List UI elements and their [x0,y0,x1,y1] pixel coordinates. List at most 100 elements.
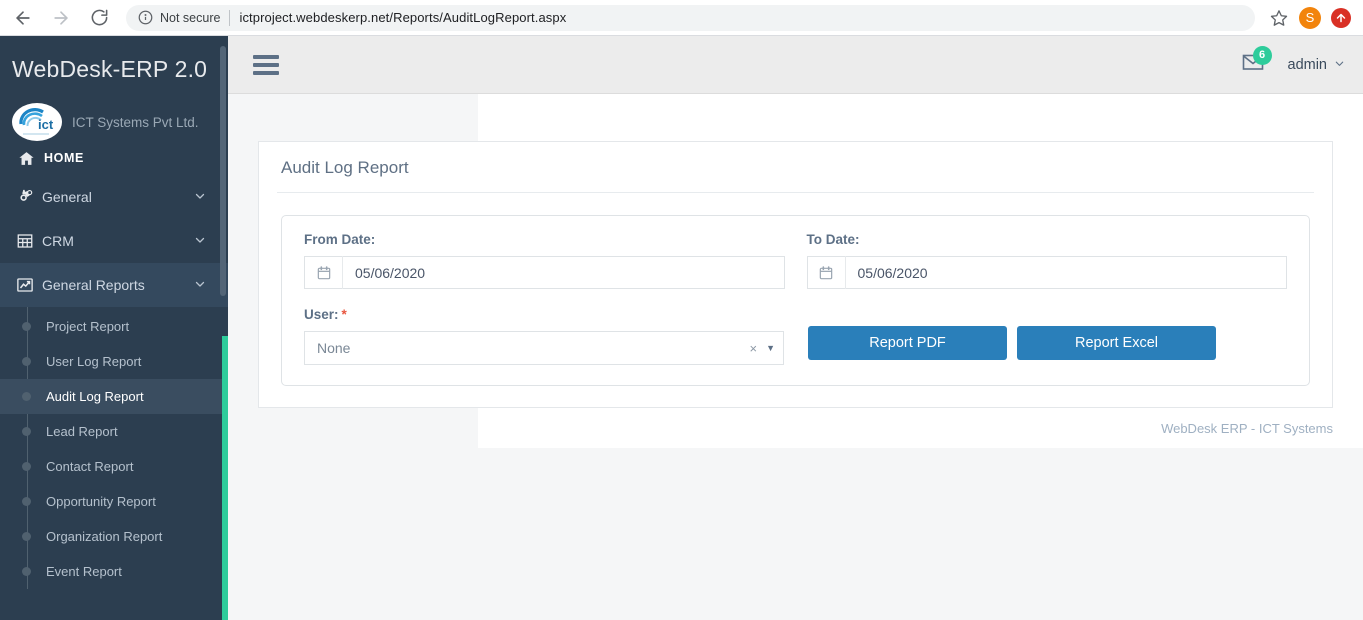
from-date-field-group: From Date: 05/06/2020 [304,232,785,289]
sidebar-item-audit-log-report[interactable]: Audit Log Report [0,379,228,414]
top-header-right: 6 admin [1236,45,1363,82]
footer-text: WebDesk ERP - ICT Systems [1161,421,1333,436]
sidebar-subitem-label: Contact Report [46,459,134,474]
hamburger-line [253,54,279,59]
brand-title: WebDesk-ERP 2.0 [12,56,208,82]
sidebar-item-crm[interactable]: CRM [0,219,228,263]
sidebar-submenu: Project Report User Log Report Audit Log… [0,307,228,589]
sidebar-item-opportunity-report[interactable]: Opportunity Report [0,484,228,519]
required-marker: * [341,307,347,322]
title-divider [277,192,1314,193]
hamburger-icon[interactable] [253,54,279,75]
from-date-value: 05/06/2020 [355,264,426,281]
sidebar-subitem-label: User Log Report [46,354,142,369]
chevron-down-icon-general-reports [194,278,206,293]
page-title: Audit Log Report [281,158,409,177]
from-date-input[interactable]: 05/06/2020 [304,256,785,289]
table-grid-icon [16,232,42,250]
calendar-icon-to[interactable] [808,256,846,289]
to-date-field-group: To Date: 05/06/2020 [806,232,1287,289]
bullet-dot-icon [22,427,31,436]
sidebar-item-project-report[interactable]: Project Report [0,309,228,344]
bullet-dot-icon [22,357,31,366]
back-button[interactable] [8,3,38,33]
sidebar-item-contact-report[interactable]: Contact Report [0,449,228,484]
bullet-dot-icon [22,322,31,331]
company-row: ict ICT Systems Pvt Ltd. [0,83,228,141]
sidebar-item-general-reports[interactable]: General Reports [0,263,228,307]
chevron-down-icon-user-menu [1334,58,1345,72]
update-arrow-icon[interactable] [1331,7,1351,28]
bookmark-star-icon[interactable] [1265,4,1293,32]
address-bar[interactable]: Not secure ictproject.webdeskerp.net/Rep… [126,4,1255,31]
reload-icon [90,8,109,27]
sidebar-item-general[interactable]: General [0,175,228,219]
gears-icon [16,188,42,206]
sidebar-subitem-label: Opportunity Report [46,494,156,509]
sidebar-item-lead-report[interactable]: Lead Report [0,414,228,449]
sidebar-item-organization-report[interactable]: Organization Report [0,519,228,554]
hamburger-line [253,62,279,67]
user-menu-label: admin [1287,56,1328,73]
url-text: ictproject.webdeskerp.net/Reports/AuditL… [239,10,567,25]
top-header-bar: 6 admin [228,36,1363,94]
user-field-group: User: * None × ▼ [304,307,784,365]
bullet-dot-icon [22,497,31,506]
sidebar-item-label-general: General [42,189,92,205]
user-select-value: None [317,340,351,356]
bullet-dot-icon [22,567,31,576]
report-pdf-button[interactable]: Report PDF [808,326,1007,360]
calendar-icon-from[interactable] [305,256,343,289]
sidebar-subitem-label: Project Report [46,319,130,334]
user-menu[interactable]: admin [1288,57,1346,73]
to-date-value: 05/06/2020 [857,264,928,281]
back-arrow-icon [13,8,33,28]
bullet-dot-icon [22,462,31,471]
sidebar-item-label-general-reports: General Reports [42,277,145,293]
ict-logo: ict [12,103,62,141]
to-date-input[interactable]: 05/06/2020 [806,256,1287,289]
sidebar-subitem-label: Event Report [46,564,122,579]
omnibox-divider [229,9,231,26]
sidebar-item-label-home: HOME [44,151,84,165]
content-background-bottom [478,448,1363,620]
user-label: User: * [304,307,784,322]
company-name: ICT Systems Pvt Ltd. [72,114,199,130]
chart-line-icon [16,276,42,294]
messages-button[interactable]: 6 [1236,45,1272,82]
audit-log-report-panel: Audit Log Report From Date: 05/06/2020 T… [258,141,1333,408]
forward-arrow-icon [51,8,71,28]
report-actions: Report PDF Report Excel [808,307,1216,360]
sidebar-item-event-report[interactable]: Event Report [0,554,228,589]
hamburger-line [253,70,279,75]
bullet-dot-icon [22,532,31,541]
bullet-dot-icon [22,392,31,401]
chevron-down-icon-crm [194,234,206,249]
application-shell: WebDesk-ERP 2.0 ict ICT Systems Pvt Ltd.… [0,36,1363,620]
chevron-down-icon-general [194,190,206,205]
report-excel-button[interactable]: Report Excel [1017,326,1216,360]
date-fields-row: From Date: 05/06/2020 To Date: 05/06/202… [304,232,1287,289]
sidebar-item-label-crm: CRM [42,233,74,249]
sidebar-subitem-label: Audit Log Report [46,389,144,404]
messages-badge-count: 6 [1252,45,1272,65]
sidebar-subitem-label: Lead Report [46,424,118,439]
report-filter-form: From Date: 05/06/2020 To Date: 05/06/202… [281,215,1310,386]
from-date-label: From Date: [304,232,376,247]
forward-button[interactable] [46,3,76,33]
chevron-down-icon-user-select[interactable]: ▼ [766,343,775,353]
user-and-actions-row: User: * None × ▼ Report PDF Report Excel [304,307,1287,365]
sidebar-subitem-label: Organization Report [46,529,163,544]
browser-toolbar: Not secure ictproject.webdeskerp.net/Rep… [0,0,1363,36]
profile-avatar[interactable]: S [1299,6,1321,29]
security-status-label: Not secure [160,10,221,25]
sidebar-item-home[interactable]: HOME [0,141,228,175]
sidebar-item-user-log-report[interactable]: User Log Report [0,344,228,379]
reload-button[interactable] [84,3,114,33]
to-date-label: To Date: [806,232,860,247]
info-circle-icon[interactable] [138,10,153,25]
sidebar-scrollbar-thumb[interactable] [220,46,226,296]
close-icon[interactable]: × [749,341,757,356]
user-select[interactable]: None × ▼ [304,331,784,365]
sidebar: WebDesk-ERP 2.0 ict ICT Systems Pvt Ltd.… [0,36,228,620]
